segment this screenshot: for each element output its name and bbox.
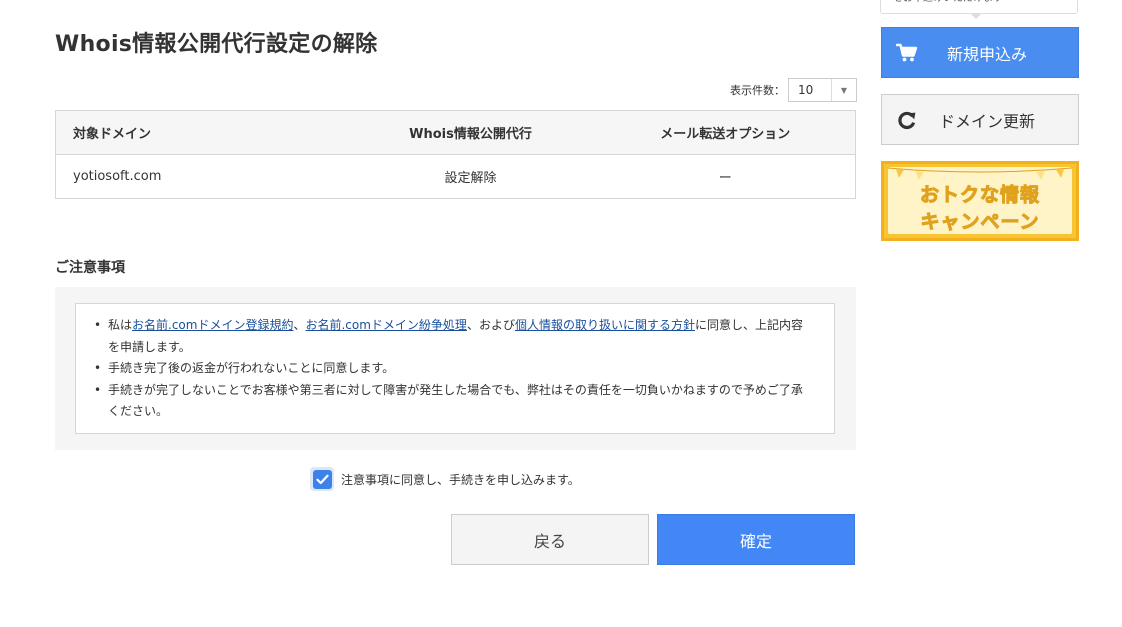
bunting-icon [888,167,1072,180]
chevron-down-icon: ▼ [831,79,856,101]
notes-text: 私は [108,318,133,332]
per-page-select[interactable]: 10 ▼ [788,78,857,102]
new-order-label: 新規申込み [946,44,1027,64]
campaign-line-2: キャンペーン [920,211,1040,234]
header-whois: Whois情報公開代行 [345,110,596,155]
cart-icon [882,43,928,63]
campaign-banner[interactable]: おトクな情報 キャンペーン [881,161,1079,241]
per-page-label: 表示件数： [730,84,785,97]
confirm-button[interactable]: 確定 [657,514,855,565]
notes-text: 、および [466,318,515,332]
campaign-banner-inner: おトクな情報 キャンペーン [888,167,1072,234]
agreement-row[interactable]: 注意事項に同意し、手続きを申し込みます。 [310,467,580,491]
checkbox-fill [312,469,332,489]
table-row: yotiosoft.com 設定解除 ー [55,154,856,199]
cell-domain: yotiosoft.com [55,154,346,199]
notes-item-refund: 手続き完了後の返金が行われないことに同意します。 [94,358,814,380]
page-title: Whois情報公開代行設定の解除 [55,32,378,57]
new-order-button[interactable]: 新規申込み [881,27,1079,78]
privacy-policy-link[interactable]: 個人情報の取り扱いに関する方針 [515,318,695,332]
notes-title: ご注意事項 [55,260,125,276]
domain-renew-button[interactable]: ドメイン更新 [881,94,1079,145]
header-mail-forward: メール転送オプション [595,110,856,155]
agreement-checkbox[interactable] [310,467,334,491]
campaign-line-1: おトクな情報 [919,184,1040,207]
refresh-icon [882,110,928,130]
tooltip-tail [970,13,982,19]
domain-renew-label: ドメイン更新 [938,111,1035,131]
cell-mail-forward: ー [595,154,856,199]
dispute-policy-link[interactable]: お名前.comドメイン紛争処理 [305,318,466,332]
back-button[interactable]: 戻る [451,514,649,565]
notes-item-liability: 手続きが完了しないことでお客様や第三者に対して障害が発生した場合でも、弊社はその… [94,380,814,423]
cell-whois-status: 設定解除 [345,154,596,199]
notes-item-terms: 私はお名前.comドメイン登録規約、お名前.comドメイン紛争処理、および個人情… [94,315,814,358]
notes-list: 私はお名前.comドメイン登録規約、お名前.comドメイン紛争処理、および個人情… [94,315,814,423]
terms-link[interactable]: お名前.comドメイン登録規約 [132,318,293,332]
agreement-label: 注意事項に同意し、手続きを申し込みます。 [341,472,580,487]
table-header-row: 対象ドメイン Whois情報公開代行 メール転送オプション [55,110,856,155]
checkmark-icon [315,474,329,484]
notes-box: 私はお名前.comドメイン登録規約、お名前.comドメイン紛争処理、および個人情… [75,303,835,434]
notes-panel: 私はお名前.comドメイン登録規約、お名前.comドメイン紛争処理、および個人情… [55,287,856,450]
per-page-value: 10 [798,83,814,97]
sidebar-tooltip: をお申込みいただけます [880,0,1078,14]
per-page-control: 表示件数： 10 ▼ [730,78,857,102]
domain-table: 対象ドメイン Whois情報公開代行 メール転送オプション yotiosoft.… [55,110,856,199]
notes-text: 、 [293,318,306,332]
header-domain: 対象ドメイン [55,110,346,155]
